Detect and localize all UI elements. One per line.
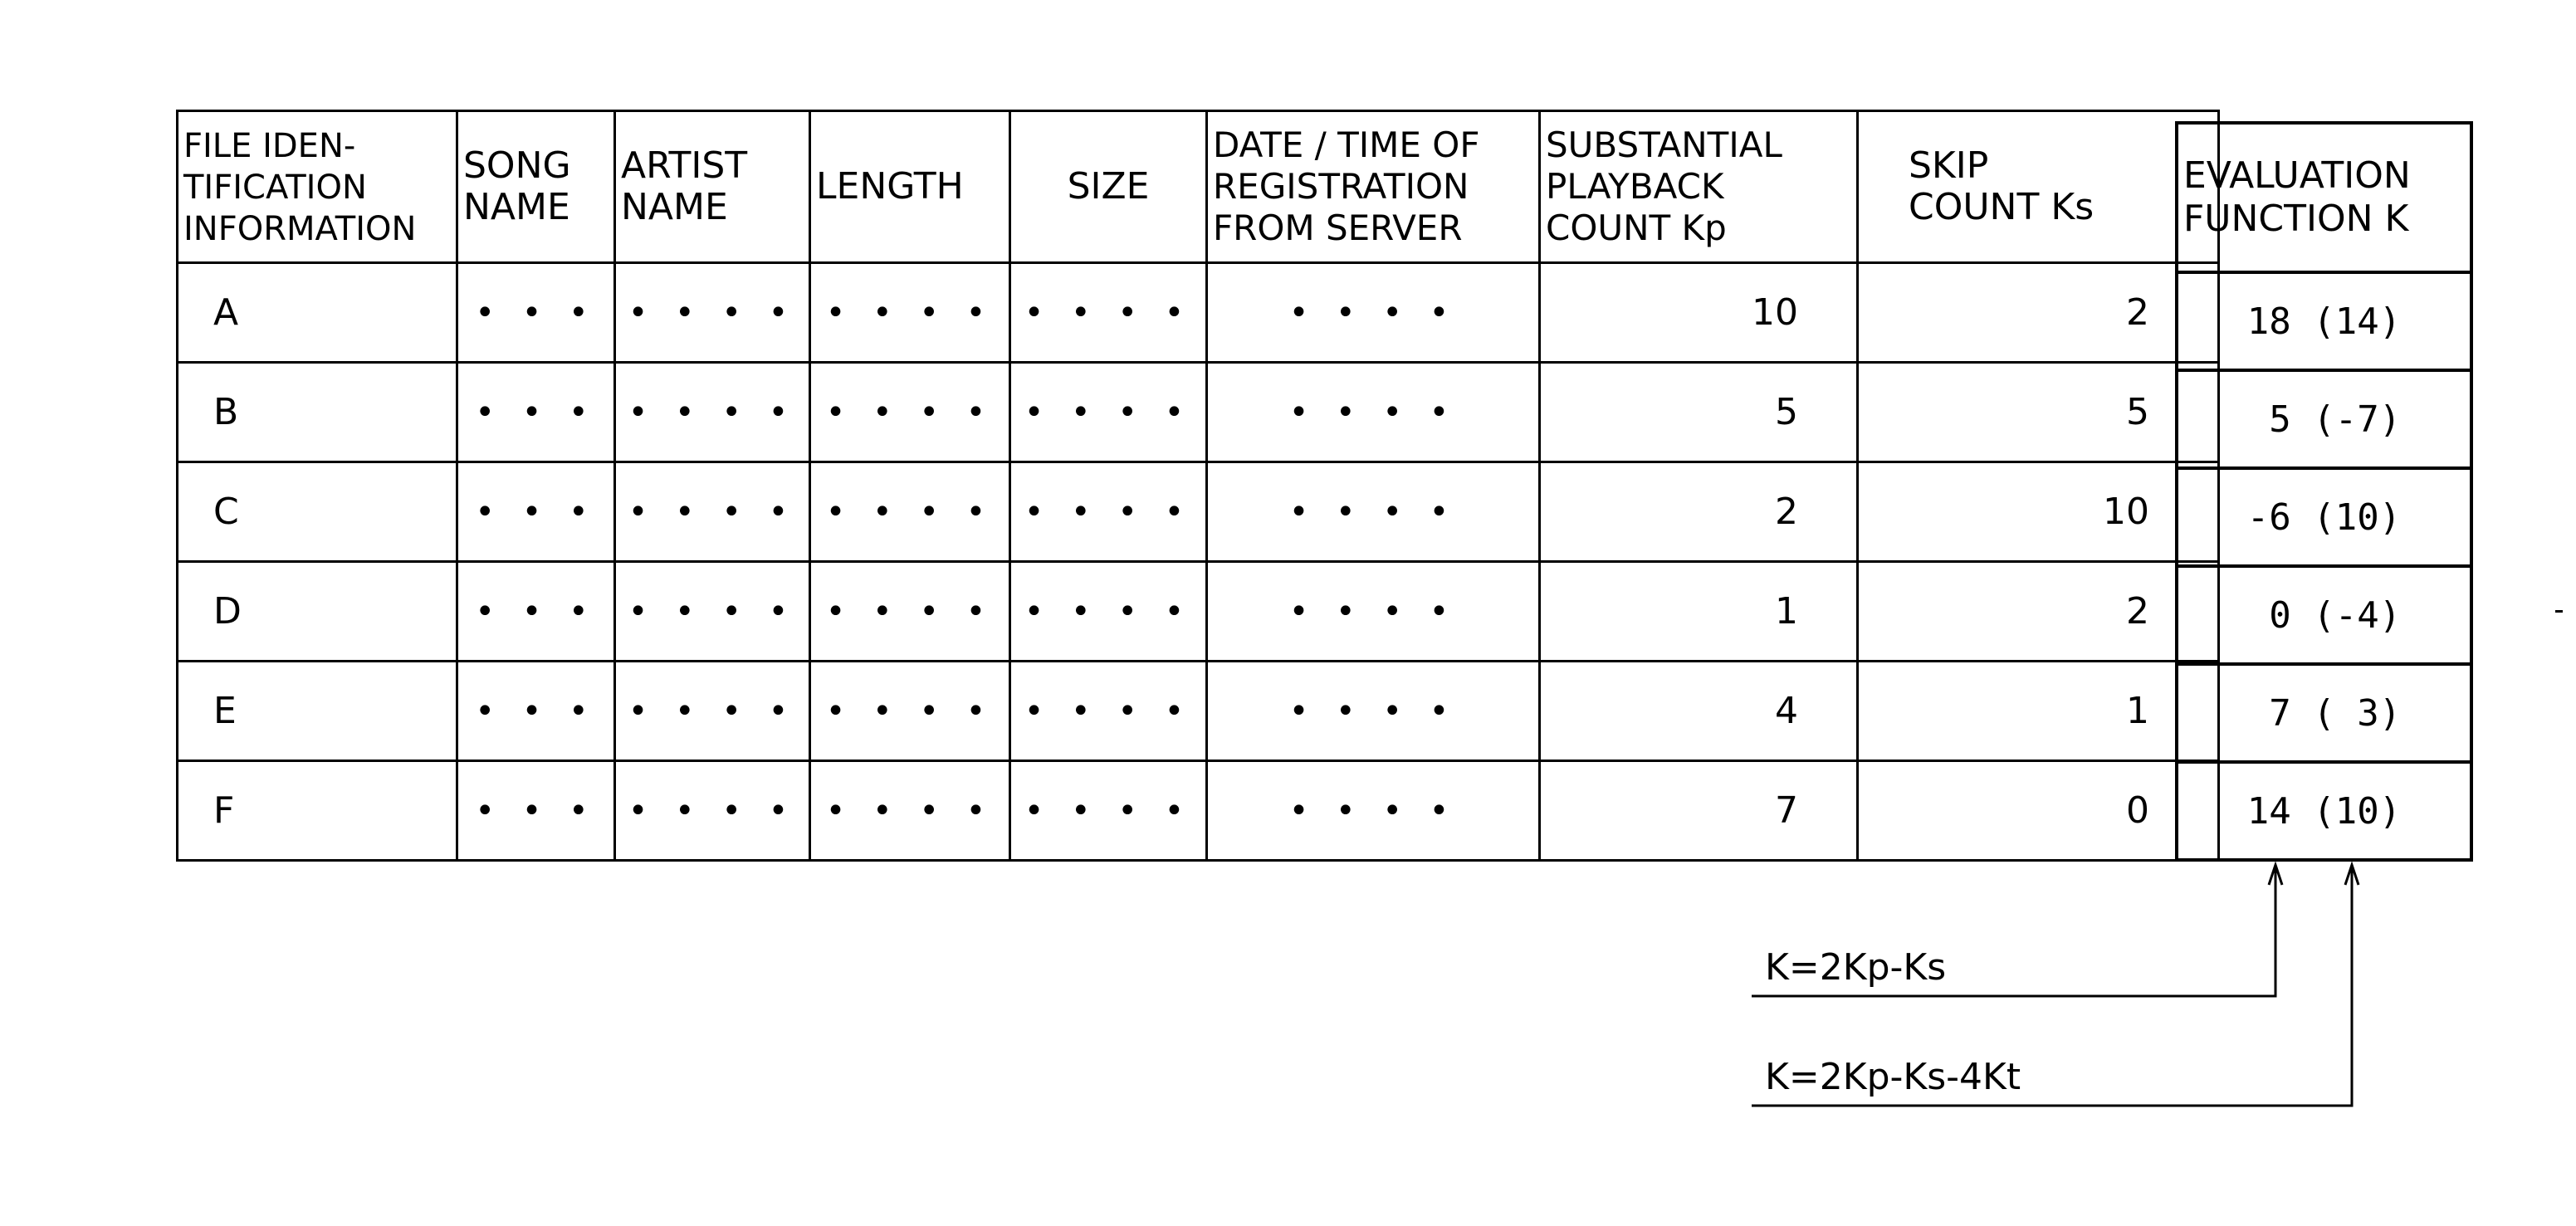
formula-label-1: K=2Kp-Ks (1765, 946, 1947, 989)
leader-lines (1752, 861, 2360, 1107)
margin-mark (2555, 610, 2563, 613)
formula-label-2: K=2Kp-Ks-4Kt (1765, 1056, 2021, 1098)
